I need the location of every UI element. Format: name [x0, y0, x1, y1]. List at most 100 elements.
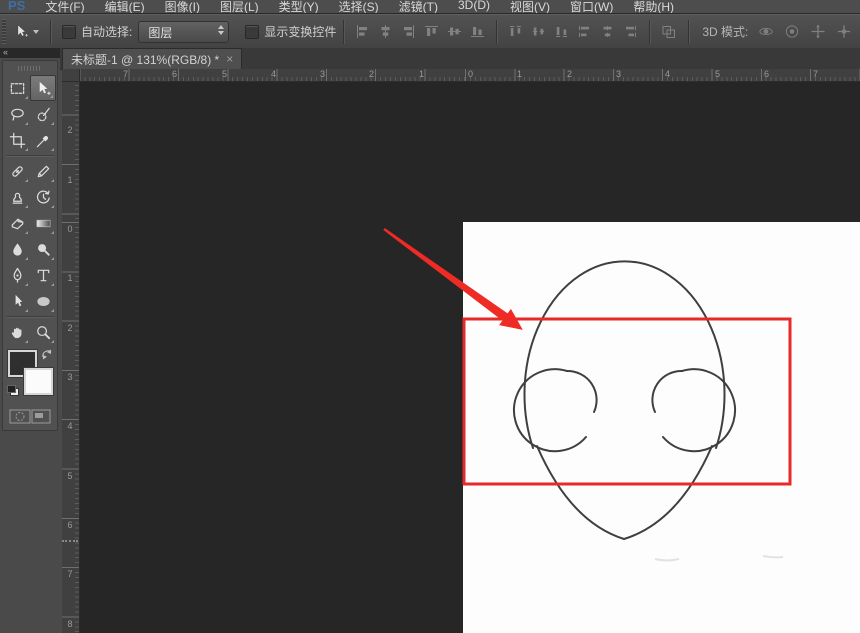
- tool-palette: [2, 60, 58, 431]
- tool-dodge[interactable]: [30, 236, 56, 262]
- ruler-position-marker: [62, 540, 78, 542]
- distribute-vertical-centers-icon[interactable]: [532, 25, 545, 38]
- tool-eyedropper[interactable]: [30, 127, 56, 153]
- menu-edit[interactable]: 编辑(E): [95, 0, 155, 14]
- auto-select-label: 自动选择:: [81, 23, 132, 40]
- tool-eraser[interactable]: [4, 210, 30, 236]
- tool-hand[interactable]: [4, 319, 30, 345]
- horizontal-ruler[interactable]: 7 6 5 4 3 2 1 0 1 2 3 4 5 6 7: [80, 69, 860, 82]
- align-vertical-centers-icon[interactable]: [448, 25, 461, 38]
- menu-bar: PS 文件(F) 编辑(E) 图像(I) 图层(L) 类型(Y) 选择(S) 滤…: [0, 0, 860, 14]
- align-edges-group: [356, 25, 415, 38]
- tool-gradient[interactable]: [30, 210, 56, 236]
- align-right-edges-icon[interactable]: [402, 25, 415, 38]
- chevron-down-icon: [33, 30, 39, 34]
- distribute-top-edges-icon[interactable]: [509, 25, 522, 38]
- menu-help[interactable]: 帮助(H): [623, 0, 684, 14]
- menu-window[interactable]: 窗口(W): [560, 0, 623, 14]
- ruler-origin-corner[interactable]: [62, 69, 80, 82]
- menu-type[interactable]: 类型(Y): [269, 0, 329, 14]
- photoshop-window: { "colors": { "accent_red": "#e62929", "…: [0, 0, 860, 633]
- tool-preset-picker[interactable]: [10, 22, 43, 41]
- lasso-icon: [9, 106, 26, 123]
- distribute-bottom-edges-icon[interactable]: [555, 25, 568, 38]
- type-tool-icon: [35, 267, 52, 284]
- align-top-edges-icon[interactable]: [425, 25, 438, 38]
- auto-select-target-value: 图层: [148, 24, 172, 41]
- quick-selection-icon: [35, 106, 52, 123]
- tool-lasso[interactable]: [4, 101, 30, 127]
- tool-move[interactable]: [30, 75, 56, 101]
- tool-path-selection[interactable]: [4, 288, 30, 314]
- eyedropper-icon: [35, 132, 52, 149]
- quick-mask-mode-icon[interactable]: [9, 409, 31, 424]
- menu-filter[interactable]: 滤镜(T): [389, 0, 448, 14]
- distribute-vertical-group: [509, 25, 568, 38]
- panel-collapse-strip[interactable]: «: [0, 48, 60, 58]
- tool-crop[interactable]: [4, 127, 30, 153]
- auto-select-target-dropdown[interactable]: 图层: [138, 21, 229, 43]
- document-canvas[interactable]: [80, 82, 860, 633]
- menu-3d[interactable]: 3D(D): [448, 0, 500, 12]
- document-tab-bar: 未标题-1 @ 131%(RGB/8) * ×: [60, 48, 860, 70]
- zoom-magnifier-icon: [35, 324, 52, 341]
- auto-select-checkbox[interactable]: [62, 25, 76, 39]
- menu-image[interactable]: 图像(I): [155, 0, 210, 14]
- distribute-right-edges-icon[interactable]: [624, 25, 637, 38]
- tool-ellipse-shape[interactable]: [30, 288, 56, 314]
- options-bar-grip[interactable]: [2, 19, 6, 44]
- swap-colors-icon[interactable]: [41, 349, 54, 360]
- align-vertical-group: [425, 25, 484, 38]
- align-horizontal-centers-icon[interactable]: [379, 25, 392, 38]
- distribute-horizontal-group: [578, 25, 637, 38]
- canvas-white-area[interactable]: [463, 222, 860, 633]
- tool-quick-selection[interactable]: [30, 101, 56, 127]
- tab-close-icon[interactable]: ×: [226, 53, 233, 65]
- palette-grip-handle[interactable]: [18, 66, 42, 71]
- align-bottom-edges-icon[interactable]: [471, 25, 484, 38]
- color-swatches: [3, 349, 57, 405]
- blur-drop-icon: [9, 241, 26, 258]
- 3d-roll-icon[interactable]: [784, 23, 800, 40]
- tool-rectangular-marquee[interactable]: [4, 75, 30, 101]
- 3d-rotate-icon[interactable]: [758, 23, 774, 40]
- tool-spot-healing-brush[interactable]: [4, 158, 30, 184]
- menu-file[interactable]: 文件(F): [35, 0, 94, 14]
- tool-type[interactable]: [30, 262, 56, 288]
- tool-clone-stamp[interactable]: [4, 184, 30, 210]
- pasteboard[interactable]: [80, 82, 860, 633]
- dodge-icon: [35, 241, 52, 258]
- default-colors-icon[interactable]: [7, 385, 19, 396]
- screen-mode-icon[interactable]: [31, 409, 51, 424]
- hand-icon: [9, 324, 26, 341]
- move-tool-icon: [35, 80, 52, 97]
- menu-select[interactable]: 选择(S): [329, 0, 389, 14]
- distribute-left-edges-icon[interactable]: [578, 25, 591, 38]
- tool-blur[interactable]: [4, 236, 30, 262]
- clone-stamp-icon: [9, 189, 26, 206]
- 3d-mode-group: 3D 模式:: [702, 23, 852, 40]
- tool-pen[interactable]: [4, 262, 30, 288]
- auto-align-layers-icon[interactable]: [662, 25, 676, 39]
- tool-history-brush[interactable]: [30, 184, 56, 210]
- menu-view[interactable]: 视图(V): [500, 0, 560, 14]
- tool-zoom[interactable]: [30, 319, 56, 345]
- ellipse-shape-icon: [35, 293, 52, 310]
- vertical-ruler[interactable]: 2 1 0 1 2 3 4 5 6 7 8: [62, 82, 80, 633]
- background-color-swatch[interactable]: [24, 368, 53, 395]
- menu-layer[interactable]: 图层(L): [210, 0, 269, 14]
- history-brush-icon: [35, 189, 52, 206]
- distribute-horizontal-centers-icon[interactable]: [601, 25, 614, 38]
- tool-brush[interactable]: [30, 158, 56, 184]
- pen-icon: [9, 267, 26, 284]
- 3d-pan-icon[interactable]: [810, 23, 826, 40]
- 3d-slide-icon[interactable]: [836, 23, 852, 40]
- palette-bottom-buttons: [3, 405, 57, 426]
- ps-logo: PS: [0, 0, 35, 13]
- brush-icon: [35, 163, 52, 180]
- document-tab-title: 未标题-1 @ 131%(RGB/8) *: [71, 51, 219, 68]
- document-tab[interactable]: 未标题-1 @ 131%(RGB/8) * ×: [62, 48, 242, 69]
- eraser-icon: [9, 215, 26, 232]
- align-left-edges-icon[interactable]: [356, 25, 369, 38]
- show-transform-checkbox[interactable]: [245, 25, 259, 39]
